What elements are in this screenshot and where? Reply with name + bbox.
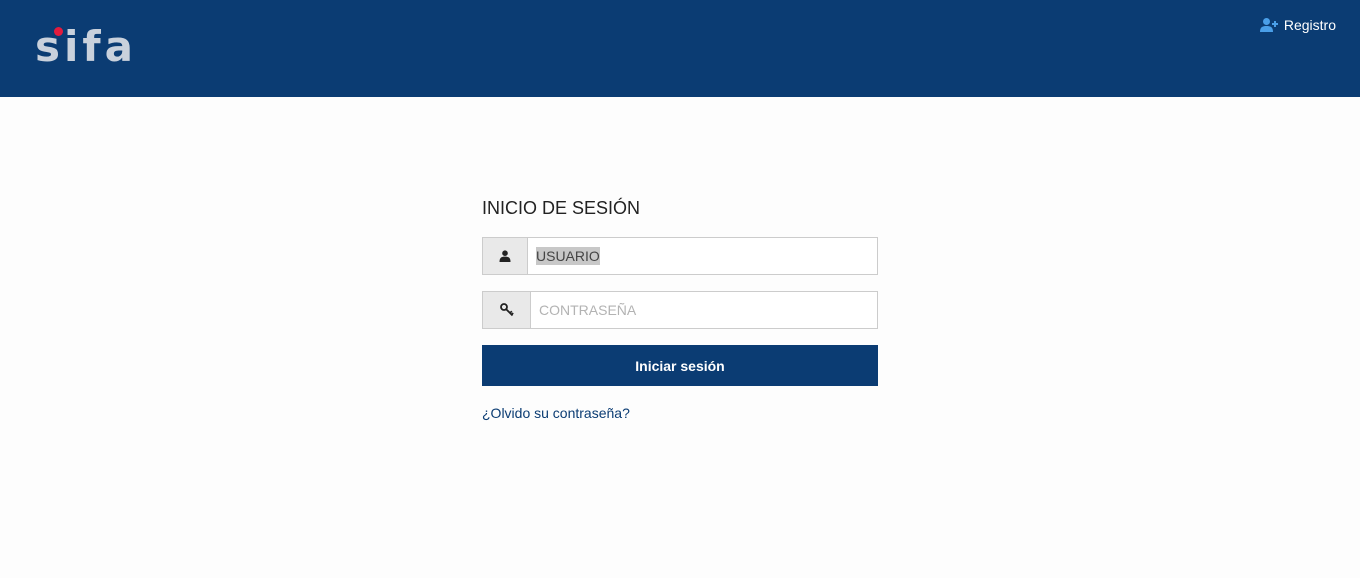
password-field-group <box>482 291 878 329</box>
password-input[interactable] <box>531 292 877 328</box>
forgot-password-link[interactable]: ¿Olvido su contraseña? <box>482 405 630 421</box>
user-icon <box>483 238 528 274</box>
username-input[interactable]: USUARIO <box>528 238 877 274</box>
top-header: sifa Registro <box>0 0 1360 97</box>
logo-dot <box>54 27 63 36</box>
user-plus-icon <box>1259 17 1278 33</box>
login-button[interactable]: Iniciar sesión <box>482 345 878 386</box>
logo-text: sifa <box>35 22 138 71</box>
register-link[interactable]: Registro <box>1259 17 1336 33</box>
username-field-group: USUARIO <box>482 237 878 275</box>
login-title: INICIO DE SESIÓN <box>482 198 641 218</box>
key-icon <box>483 292 531 328</box>
username-value: USUARIO <box>536 247 600 265</box>
sifa-logo[interactable]: sifa <box>35 22 145 72</box>
register-label: Registro <box>1283 17 1336 33</box>
login-form: INICIO DE SESIÓN USUARIO Iniciar sesión … <box>482 196 878 423</box>
